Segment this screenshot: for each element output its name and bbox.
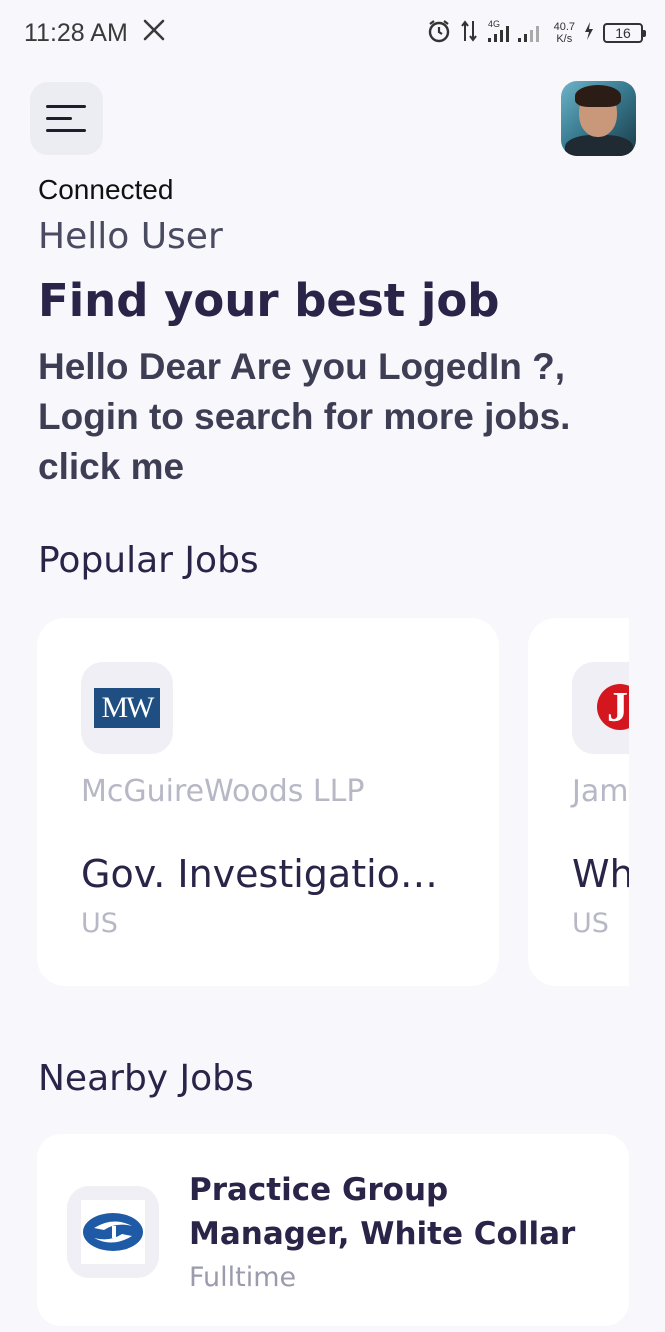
status-left: 11:28 AM	[24, 18, 166, 49]
svg-text:4G: 4G	[488, 19, 500, 29]
nearby-jobs-title: Nearby Jobs	[38, 1058, 254, 1099]
popular-job-card[interactable]: J James White Collar US	[528, 618, 629, 986]
popular-jobs-carousel[interactable]: MW McGuireWoods LLP Gov. Investigations …	[37, 618, 629, 986]
network-speed: 40.7 K/s	[554, 21, 575, 45]
company-logo: MW	[81, 662, 173, 754]
status-right: 4G 40.7 K/s 16	[426, 18, 646, 49]
company-logo: J	[572, 662, 629, 754]
hamburger-menu-icon[interactable]	[30, 82, 103, 155]
popular-jobs-title: Popular Jobs	[38, 540, 259, 581]
job-location: US	[81, 908, 118, 939]
charging-icon	[583, 21, 595, 46]
login-prompt-link[interactable]: Hello Dear Are you LogedIn ?, Login to s…	[38, 342, 638, 492]
signal-icon: 4G	[486, 18, 546, 49]
globe-logo-icon	[81, 1200, 145, 1264]
battery-level: 16	[615, 25, 631, 41]
mw-logo-icon: MW	[94, 688, 160, 728]
connection-status: Connected	[38, 174, 174, 205]
popular-job-card[interactable]: MW McGuireWoods LLP Gov. Investigations …	[37, 618, 499, 986]
data-transfer-icon	[460, 19, 478, 48]
job-location: US	[572, 908, 609, 939]
speed-unit: K/s	[556, 33, 573, 45]
company-name: McGuireWoods LLP	[81, 774, 365, 809]
nearby-job-card[interactable]: Practice Group Manager, White Collar Ful…	[37, 1134, 629, 1326]
alarm-icon	[426, 18, 452, 49]
company-name: James	[572, 774, 629, 809]
j-logo-icon: J	[593, 678, 629, 738]
page-title: Find your best job	[38, 274, 500, 327]
battery-icon: 16	[603, 23, 646, 43]
job-title: Practice Group Manager, White Collar	[189, 1172, 576, 1252]
job-title: Gov. Investigations & White Collar	[81, 852, 461, 896]
job-type: Fulltime	[189, 1262, 297, 1293]
speed-value: 40.7	[553, 21, 575, 33]
company-logo	[67, 1186, 159, 1278]
job-title: White Collar	[572, 852, 629, 896]
status-bar: 11:28 AM 4G 40.7 K/s 16	[0, 0, 665, 66]
status-time: 11:28 AM	[24, 18, 128, 47]
greeting: Hello User	[38, 216, 223, 257]
user-avatar[interactable]	[561, 81, 636, 156]
x-logo-icon	[142, 18, 166, 49]
